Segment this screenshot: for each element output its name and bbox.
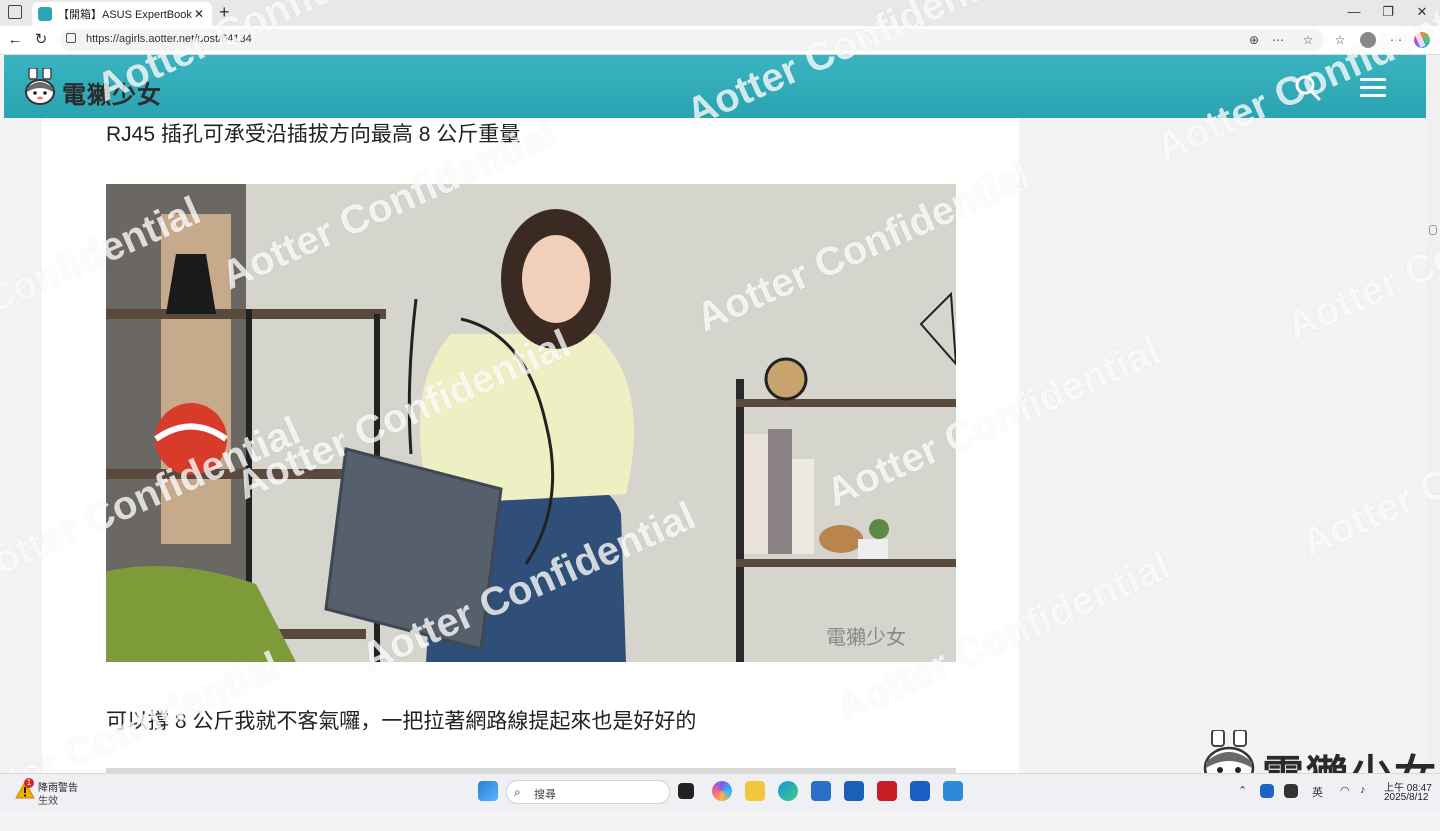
restore-button[interactable]: ❐ xyxy=(1374,4,1402,20)
notification-badge: 1 xyxy=(24,778,34,788)
article-paragraph: RJ45 插孔可承受沿插拔方向最高 8 公斤重量 xyxy=(106,123,521,146)
minimize-button[interactable]: — xyxy=(1340,4,1368,19)
more-page-icon[interactable]: ⋯ xyxy=(1270,33,1286,47)
edge-browser-icon[interactable] xyxy=(778,781,798,801)
copilot-app-icon[interactable] xyxy=(712,781,732,801)
store-icon[interactable] xyxy=(811,781,831,801)
tray-app-icon[interactable] xyxy=(1260,784,1274,798)
wifi-icon[interactable]: ◠ xyxy=(1340,784,1350,797)
watermark-text: Aotter Confidential xyxy=(1295,379,1440,566)
zoom-icon[interactable]: ⊕ xyxy=(1246,33,1262,47)
tray-chevron-icon[interactable]: ⌃ xyxy=(1238,784,1247,797)
photos-icon[interactable] xyxy=(943,781,963,801)
taskbar-search-icon: ⌕ xyxy=(514,785,521,799)
otter-logo-icon[interactable] xyxy=(24,68,58,106)
file-explorer-icon[interactable] xyxy=(745,781,765,801)
ime-icon[interactable]: 英 xyxy=(1312,784,1323,800)
back-arrow-icon[interactable]: ← xyxy=(6,31,24,49)
scrollbar-thumb[interactable] xyxy=(1429,225,1437,235)
start-windows-icon[interactable] xyxy=(478,781,498,801)
tab-title: 【開箱】ASUS ExpertBook B5（E xyxy=(58,9,192,21)
app-icon[interactable] xyxy=(844,781,864,801)
page-scrollbar[interactable] xyxy=(1426,55,1440,773)
clock-date[interactable]: 2025/8/12 xyxy=(1384,792,1429,803)
tray-app-icon[interactable] xyxy=(1284,784,1298,798)
task-view-icon[interactable] xyxy=(678,783,694,799)
taskbar-search[interactable] xyxy=(506,780,670,804)
tab-actions-icon[interactable] xyxy=(8,5,22,19)
volume-icon[interactable]: ♪ xyxy=(1360,784,1366,796)
watermark-text: Aotter Confidential xyxy=(1280,161,1440,349)
weather-subtitle[interactable]: 生效 xyxy=(38,792,58,807)
mcafee-icon[interactable] xyxy=(877,781,897,801)
photo-watermark-text: 電獺少女 xyxy=(826,625,906,649)
lock-icon[interactable] xyxy=(66,33,76,43)
word-like-icon[interactable] xyxy=(910,781,930,801)
browser-tab[interactable]: 【開箱】ASUS ExpertBook B5（E ✕ xyxy=(32,2,212,26)
refresh-icon[interactable]: ↻ xyxy=(32,31,50,49)
favorite-star-icon[interactable]: ☆ xyxy=(1300,33,1316,47)
site-favicon-icon xyxy=(38,7,52,21)
taskbar-search-placeholder[interactable]: 搜尋 xyxy=(534,786,556,802)
